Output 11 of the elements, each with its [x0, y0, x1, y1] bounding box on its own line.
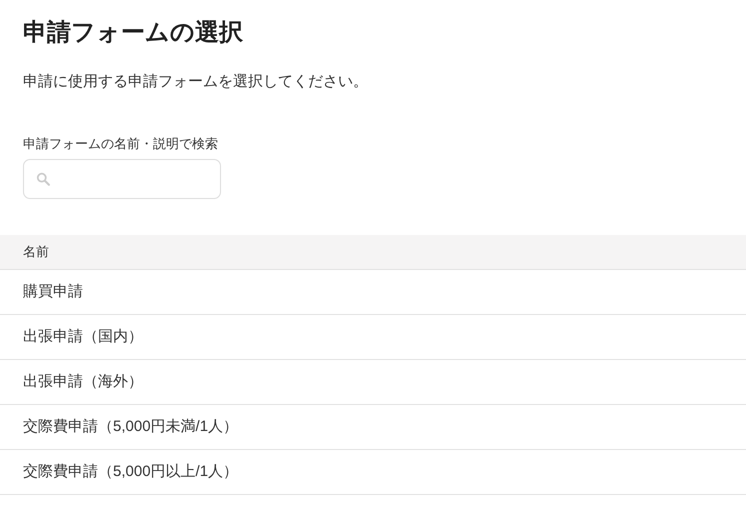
description-text: 申請に使用する申請フォームを選択してください。 — [22, 72, 369, 92]
search-label: 申請フォームの名前・説明で検索 — [22, 135, 219, 153]
column-header: 名前 — [23, 243, 49, 262]
form-name-link[interactable]: 交際費申請（5,000円未満/1人） — [23, 416, 238, 438]
page-title: 申請フォームの選択 — [22, 18, 244, 48]
form-name-link[interactable]: 出張申請（国内） — [23, 326, 143, 348]
form-name-link[interactable]: 購買申請 — [23, 280, 83, 304]
form-name-link[interactable]: 交際費申請（5,000円以上/1人） — [23, 460, 238, 484]
search-field[interactable] — [23, 159, 221, 199]
form-name-link[interactable]: 出張申請（海外） — [23, 370, 143, 394]
search-icon — [36, 171, 50, 187]
